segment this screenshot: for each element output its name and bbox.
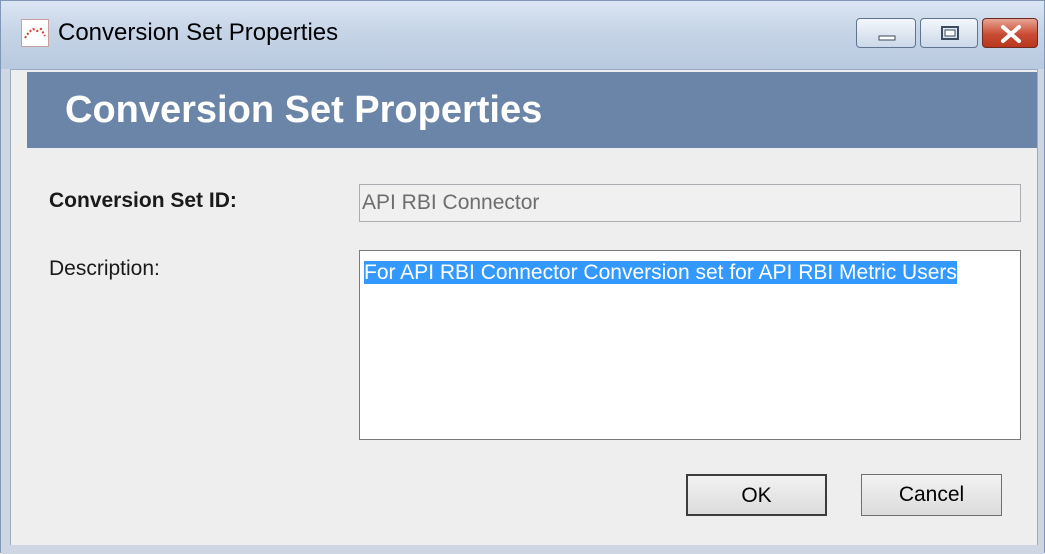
dialog-window: Conversion Set Properties Conversion Set…: [0, 0, 1045, 554]
app-icon: [21, 19, 49, 47]
conversion-set-id-field[interactable]: API RBI Connector: [359, 184, 1021, 222]
minimize-icon: [878, 35, 896, 41]
ok-button[interactable]: OK: [686, 474, 827, 516]
window-title: Conversion Set Properties: [58, 19, 339, 46]
description-textarea[interactable]: For API RBI Connector Conversion set for…: [359, 250, 1021, 440]
close-icon: [1001, 25, 1021, 43]
minimize-button[interactable]: [856, 18, 916, 48]
header-banner: Conversion Set Properties: [27, 72, 1037, 148]
cancel-button[interactable]: Cancel: [861, 474, 1002, 516]
banner-title: Conversion Set Properties: [65, 89, 543, 131]
description-text: For API RBI Connector Conversion set for…: [364, 261, 957, 284]
description-label: Description:: [49, 257, 160, 280]
title-bar[interactable]: Conversion Set Properties: [1, 1, 1044, 69]
close-button[interactable]: [982, 18, 1038, 48]
maximize-button[interactable]: [920, 18, 978, 48]
dialog-body: Conversion Set Properties Conversion Set…: [10, 69, 1038, 547]
conversion-set-id-label: Conversion Set ID:: [49, 189, 237, 212]
maximize-icon: [941, 26, 959, 40]
